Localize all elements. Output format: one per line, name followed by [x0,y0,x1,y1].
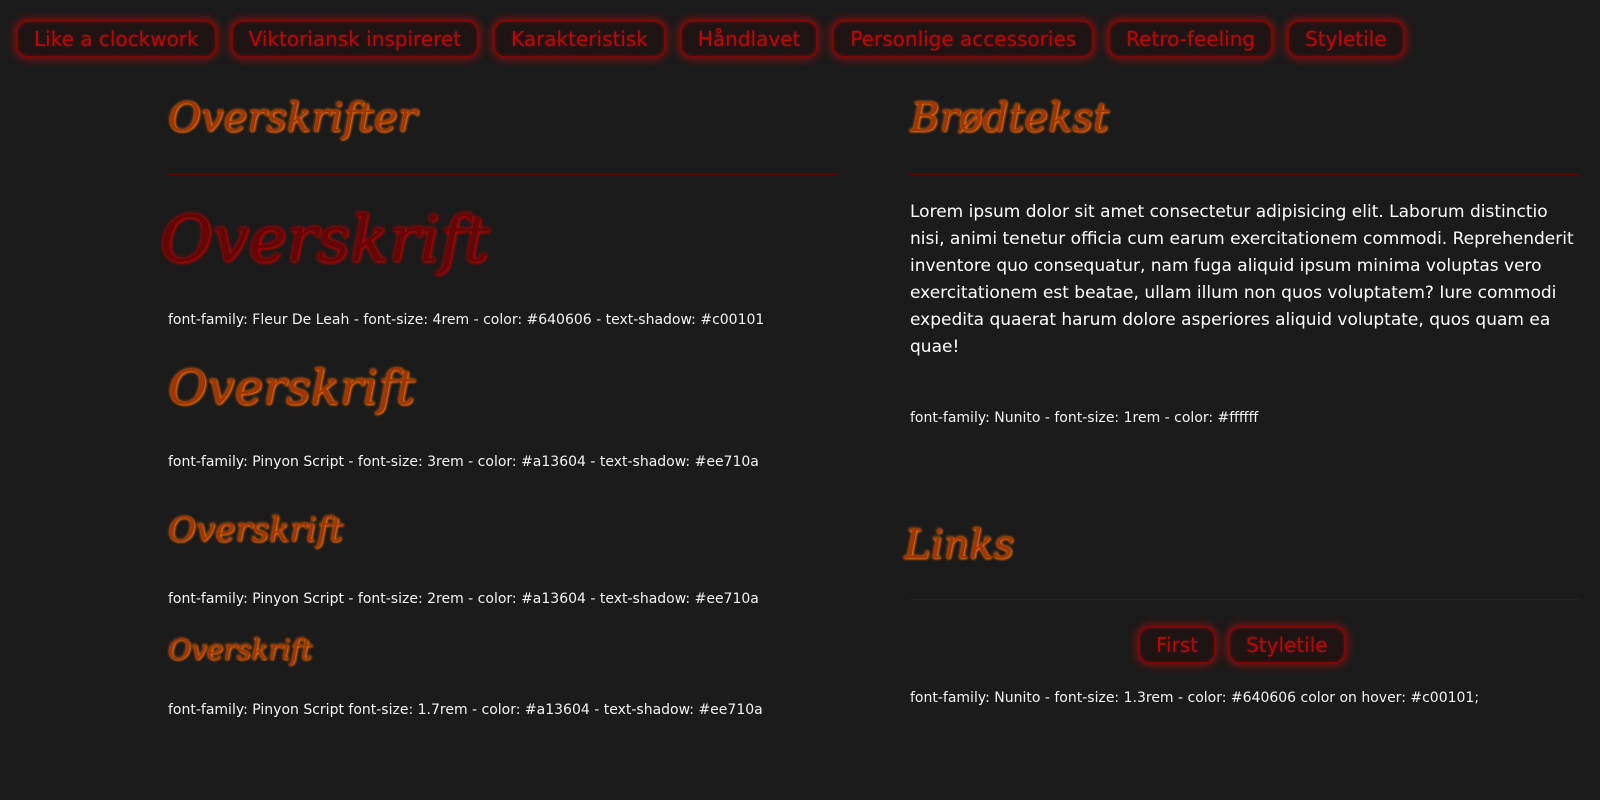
heading-sample-h1-spec: font-family: Fleur De Leah - font-size: … [168,312,765,328]
nav-button-retro-feeling[interactable]: Retro-feeling [1108,20,1274,58]
nav-button-karakteristisk[interactable]: Karakteristisk [493,20,666,58]
links-section-title: Links [904,522,1014,568]
body-text-section-title: Brødtekst [910,95,1109,141]
nav-button-personlige-accessories[interactable]: Personlige accessories [832,20,1095,58]
nav-button-styletile[interactable]: Styletile [1287,20,1405,58]
heading-sample-h2: Overskrift [168,360,415,416]
nav-button-like-a-clockwork[interactable]: Like a clockwork [16,20,217,58]
body-text-sample: Lorem ipsum dolor sit amet consectetur a… [910,202,1574,357]
headings-section-title: Overskrifter [168,95,417,141]
link-button-styletile[interactable]: Styletile [1228,626,1346,664]
top-navigation: Like a clockwork Viktoriansk inspireret … [16,20,1405,58]
links-spec: font-family: Nunito - font-size: 1.3rem … [910,690,1480,706]
headings-divider [168,174,838,175]
link-sample-row: First Styletile [1138,626,1346,664]
nav-button-viktoriansk-inspireret[interactable]: Viktoriansk inspireret [230,20,480,58]
heading-sample-h2-spec: font-family: Pinyon Script - font-size: … [168,454,759,470]
heading-sample-h1: Overskrift [160,203,490,277]
link-button-first[interactable]: First [1138,626,1217,664]
heading-sample-h4-spec: font-family: Pinyon Script font-size: 1.… [168,702,763,718]
nav-button-haandlavet[interactable]: Håndlavet [679,20,819,58]
heading-sample-h4: Overskrift [168,633,313,666]
headings-section: Overskrifter Overskrift font-family: Fle… [160,88,838,718]
heading-sample-h3: Overskrift [168,510,343,550]
body-and-links-section: Brødtekst Lorem ipsum dolor sit amet con… [904,88,1580,706]
heading-sample-h3-spec: font-family: Pinyon Script - font-size: … [168,591,759,607]
body-text-spec: font-family: Nunito - font-size: 1rem - … [910,410,1259,426]
body-text-divider [910,174,1580,175]
links-divider [910,599,1580,600]
